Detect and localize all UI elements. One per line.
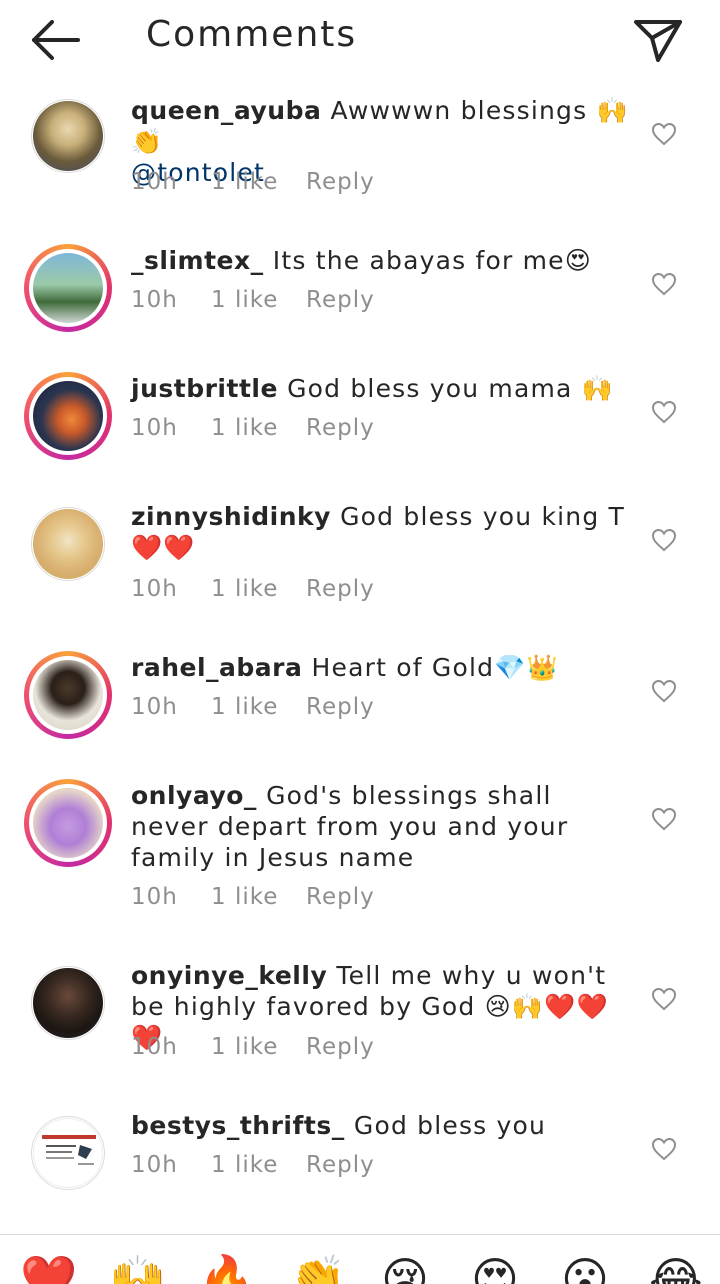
comment-username[interactable]: justbrittle	[131, 374, 278, 403]
comment-body: zinnyshidinky God bless you king T❤️❤️	[131, 501, 631, 563]
comment-text: Heart of Gold💎👑	[311, 653, 559, 682]
comment-like-count[interactable]: 1 like	[211, 287, 278, 313]
comment-body: queen_ayuba Awwwwn blessings 🙌👏 @tontole…	[131, 95, 631, 188]
avatar[interactable]	[24, 651, 112, 739]
avatar[interactable]	[24, 779, 112, 867]
reaction-fire-icon[interactable]: 🔥	[198, 1253, 255, 1284]
reply-button[interactable]: Reply	[306, 169, 375, 195]
like-button[interactable]	[651, 807, 677, 831]
arrow-left-icon	[32, 20, 80, 60]
heart-outline-icon	[651, 987, 677, 1011]
avatar[interactable]	[24, 500, 112, 588]
comment-like-count[interactable]: 1 like	[211, 1034, 278, 1060]
avatar-image	[33, 381, 103, 451]
comment-like-count[interactable]: 1 like	[211, 576, 278, 602]
comment-username[interactable]: onlyayo_	[131, 781, 257, 810]
quick-reaction-bar: ❤️ 🙌 🔥 👏 😢 😍 😮 😂	[0, 1234, 720, 1284]
comment-timestamp: 10h	[131, 694, 178, 720]
comment-like-count[interactable]: 1 like	[211, 415, 278, 441]
avatar-image	[33, 788, 103, 858]
avatar[interactable]	[24, 959, 112, 1047]
heart-outline-icon	[651, 1137, 677, 1161]
reaction-crying-icon[interactable]: 😢	[379, 1253, 431, 1284]
comment-timestamp: 10h	[131, 287, 178, 313]
top-bar: Comments	[0, 0, 720, 82]
reply-button[interactable]: Reply	[306, 694, 375, 720]
comment-timestamp: 10h	[131, 169, 178, 195]
heart-outline-icon	[651, 272, 677, 296]
comment-text: God bless you	[353, 1111, 547, 1140]
comment-like-count[interactable]: 1 like	[211, 1152, 278, 1178]
reaction-raised-hands-icon[interactable]: 🙌	[109, 1253, 166, 1284]
avatar-image	[33, 660, 103, 730]
comment-username[interactable]: _slimtex_	[131, 246, 264, 275]
like-button[interactable]	[651, 122, 677, 146]
comment-body: onyinye_kelly Tell me why u won't be hig…	[131, 960, 631, 1053]
like-button[interactable]	[651, 1137, 677, 1161]
comment-timestamp: 10h	[131, 1152, 178, 1178]
like-button[interactable]	[651, 679, 677, 703]
comment-timestamp: 10h	[131, 576, 178, 602]
reply-button[interactable]: Reply	[306, 287, 375, 313]
comment-timestamp: 10h	[131, 1034, 178, 1060]
reaction-surprised-icon[interactable]: 😮	[559, 1253, 611, 1284]
reply-button[interactable]: Reply	[306, 415, 375, 441]
comment-body: _slimtex_ Its the abayas for me😍	[131, 245, 631, 276]
comment-timestamp: 10h	[131, 415, 178, 441]
reaction-laughing-icon[interactable]: 😂	[649, 1253, 703, 1284]
avatar[interactable]	[24, 244, 112, 332]
comment-like-count[interactable]: 1 like	[211, 694, 278, 720]
brand-logo	[42, 1135, 96, 1165]
comment-body: bestys_thrifts_ God bless you	[131, 1110, 631, 1141]
comment-text: God bless you mama 🙌	[287, 374, 615, 403]
reaction-heart-icon[interactable]: ❤️	[20, 1253, 77, 1284]
comment-like-count[interactable]: 1 like	[211, 169, 278, 195]
heart-outline-icon	[651, 807, 677, 831]
reply-button[interactable]: Reply	[306, 576, 375, 602]
back-button[interactable]	[26, 14, 86, 66]
comment-username[interactable]: rahel_abara	[131, 653, 302, 682]
reply-button[interactable]: Reply	[306, 884, 375, 910]
reaction-clap-icon[interactable]: 👏	[289, 1253, 346, 1284]
like-button[interactable]	[651, 528, 677, 552]
comment-text: Its the abayas for me😍	[272, 246, 593, 275]
comment-timestamp: 10h	[131, 884, 178, 910]
avatar[interactable]	[24, 1109, 112, 1197]
comment-username[interactable]: bestys_thrifts_	[131, 1111, 345, 1140]
heart-outline-icon	[651, 122, 677, 146]
comment-body: onlyayo_ God's blessings shall never dep…	[131, 780, 631, 873]
heart-outline-icon	[651, 400, 677, 424]
page-title: Comments	[146, 14, 358, 55]
avatar-image	[33, 253, 103, 323]
avatar-image	[33, 1118, 103, 1188]
avatar[interactable]	[24, 372, 112, 460]
comment-like-count[interactable]: 1 like	[211, 884, 278, 910]
paper-plane-icon	[634, 20, 682, 62]
avatar[interactable]	[24, 92, 112, 180]
reply-button[interactable]: Reply	[306, 1152, 375, 1178]
share-button[interactable]	[628, 12, 688, 68]
avatar-image	[33, 968, 103, 1038]
like-button[interactable]	[651, 272, 677, 296]
reaction-heart-eyes-icon[interactable]: 😍	[469, 1253, 521, 1284]
like-button[interactable]	[651, 400, 677, 424]
comment-username[interactable]: queen_ayuba	[131, 96, 321, 125]
comment-body: justbrittle God bless you mama 🙌	[131, 373, 631, 404]
comment-username[interactable]: onyinye_kelly	[131, 961, 327, 990]
like-button[interactable]	[651, 987, 677, 1011]
comment-body: rahel_abara Heart of Gold💎👑	[131, 652, 631, 683]
avatar-image	[33, 101, 103, 171]
avatar-image	[33, 509, 103, 579]
heart-outline-icon	[651, 679, 677, 703]
comment-username[interactable]: zinnyshidinky	[131, 502, 331, 531]
heart-outline-icon	[651, 528, 677, 552]
reply-button[interactable]: Reply	[306, 1034, 375, 1060]
